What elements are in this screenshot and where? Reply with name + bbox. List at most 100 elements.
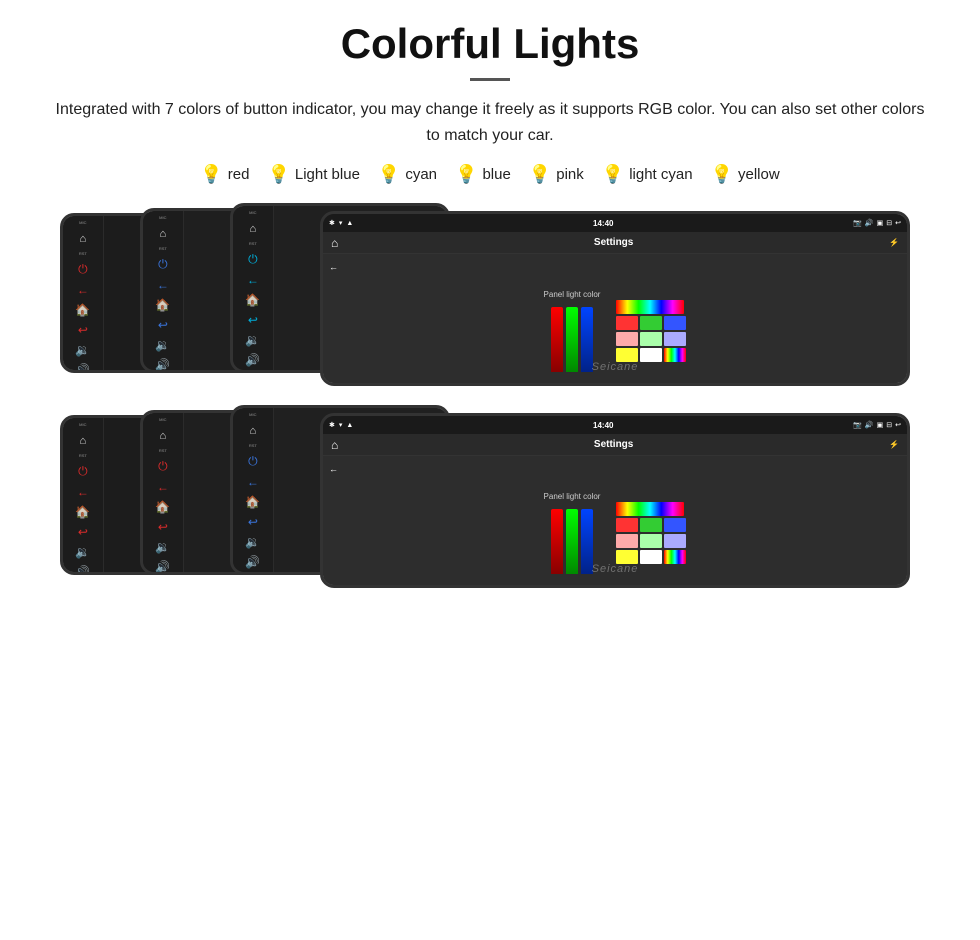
bot-house-icon-1[interactable]: 🏠 bbox=[75, 505, 90, 519]
bot-power-icon-3[interactable]: ⏻ bbox=[248, 454, 258, 469]
back-arrow-btn[interactable]: ← bbox=[329, 262, 338, 272]
bot-rst-label-2: RST bbox=[159, 448, 167, 453]
swatch-white[interactable] bbox=[640, 348, 662, 362]
bot-house-icon-3[interactable]: 🏠 bbox=[245, 495, 260, 509]
bot-swatch-yellow[interactable] bbox=[616, 550, 638, 564]
bot-home-nav-icon[interactable]: ⌂ bbox=[331, 438, 338, 452]
back-icon-1[interactable]: ← bbox=[77, 283, 89, 297]
bot-swatch-white[interactable] bbox=[640, 550, 662, 564]
voldown-icon-3[interactable]: 🔉 bbox=[245, 333, 260, 347]
bot-swatch-row-0 bbox=[616, 502, 686, 516]
bot-home-icon-3[interactable]: ⌂ bbox=[250, 425, 257, 437]
bot-back-row: ← bbox=[323, 456, 907, 480]
bot-back-icon-1[interactable]: ← bbox=[77, 485, 89, 499]
swatch-rainbow[interactable] bbox=[616, 300, 684, 314]
volup-icon-2[interactable]: 🔊 bbox=[155, 358, 170, 372]
color-label-yellow: yellow bbox=[738, 166, 780, 183]
swatch-green[interactable] bbox=[640, 316, 662, 330]
swatch-lightgreen[interactable] bbox=[640, 332, 662, 346]
power-icon-2[interactable]: ⏻ bbox=[158, 257, 168, 272]
bot-device-4-screen: ✱ ▾ ▲ 14:40 📷 🔊 ▣ ⊟ ↩ bbox=[323, 416, 907, 585]
bot-power-icon-1[interactable]: ⏻ bbox=[78, 464, 88, 479]
bot-back-icon-3[interactable]: ← bbox=[247, 475, 259, 489]
color-label-lightblue: Light blue bbox=[295, 166, 360, 183]
bot-swatch-blue[interactable] bbox=[664, 518, 686, 532]
return-icon-3[interactable]: ↩ bbox=[248, 313, 258, 327]
bot-home-icon-1[interactable]: ⌂ bbox=[80, 435, 87, 447]
rst-label-1: RST bbox=[79, 251, 87, 256]
bot-status-bar: ✱ ▾ ▲ 14:40 📷 🔊 ▣ ⊟ ↩ bbox=[323, 416, 907, 434]
home-icon-3[interactable]: ⌂ bbox=[250, 223, 257, 235]
bot-return-icon-3[interactable]: ↩ bbox=[248, 515, 258, 529]
bot-volup-icon-2[interactable]: 🔊 bbox=[155, 560, 170, 574]
home-icon-2[interactable]: ⌂ bbox=[160, 228, 167, 240]
bot-house-icon-2[interactable]: 🏠 bbox=[155, 500, 170, 514]
bot-voldown-icon-2[interactable]: 🔉 bbox=[155, 540, 170, 554]
bot-mic-label-3: MIC bbox=[249, 412, 256, 417]
bot-bar-green bbox=[566, 509, 578, 574]
bot-return-icon-2[interactable]: ↩ bbox=[158, 520, 168, 534]
bot-settings-nav-title: Settings bbox=[346, 439, 881, 450]
swatch-red[interactable] bbox=[616, 316, 638, 330]
bot-device-4: ✱ ▾ ▲ 14:40 📷 🔊 ▣ ⊟ ↩ bbox=[320, 413, 910, 588]
signal-icon: ▲ bbox=[346, 220, 353, 227]
bot-swatch-rainbow[interactable] bbox=[616, 502, 684, 516]
bot-swatch-row-1 bbox=[616, 518, 686, 532]
bot-home-icon-2[interactable]: ⌂ bbox=[160, 430, 167, 442]
bot-voldown-icon-3[interactable]: 🔉 bbox=[245, 535, 260, 549]
back-icon-3[interactable]: ← bbox=[247, 273, 259, 287]
house-icon-1[interactable]: 🏠 bbox=[75, 303, 90, 317]
voldown-icon-2[interactable]: 🔉 bbox=[155, 338, 170, 352]
power-icon-1[interactable]: ⏻ bbox=[78, 262, 88, 277]
bot-swatch-row-3 bbox=[616, 550, 686, 564]
title-divider bbox=[470, 78, 510, 81]
bot-swatch-green[interactable] bbox=[640, 518, 662, 532]
color-item-lightcyan: 💡 light cyan bbox=[602, 164, 693, 185]
house-icon-2[interactable]: 🏠 bbox=[155, 298, 170, 312]
swatch-rainbow-2[interactable] bbox=[664, 348, 686, 362]
home-icon-1[interactable]: ⌂ bbox=[80, 233, 87, 245]
swatch-blue[interactable] bbox=[664, 316, 686, 330]
bot-power-icon-2[interactable]: ⏻ bbox=[158, 459, 168, 474]
swatch-lightblue[interactable] bbox=[664, 332, 686, 346]
volup-icon-3[interactable]: 🔊 bbox=[245, 353, 260, 367]
back-icon-2[interactable]: ← bbox=[157, 278, 169, 292]
bot-volup-icon-1[interactable]: 🔊 bbox=[75, 565, 90, 575]
bulb-cyan: 💡 bbox=[378, 164, 400, 185]
top-device-4: ✱ ▾ ▲ 14:40 📷 🔊 ▣ ⊟ ↩ bbox=[320, 211, 910, 386]
house-icon-3[interactable]: 🏠 bbox=[245, 293, 260, 307]
volup-icon-1[interactable]: 🔊 bbox=[75, 363, 90, 373]
volume-icon: 🔊 bbox=[865, 219, 874, 227]
bot-color-swatches bbox=[616, 502, 686, 564]
swatch-pink[interactable] bbox=[616, 332, 638, 346]
bot-back-arrow-btn[interactable]: ← bbox=[329, 464, 338, 474]
bot-volup-icon-3[interactable]: 🔊 bbox=[245, 555, 260, 569]
bot-swatch-lightblue[interactable] bbox=[664, 534, 686, 548]
bot-swatch-lightgreen[interactable] bbox=[640, 534, 662, 548]
return-icon-1[interactable]: ↩ bbox=[78, 323, 88, 337]
bot-rst-label-3: RST bbox=[249, 443, 257, 448]
color-item-blue: 💡 blue bbox=[455, 164, 511, 185]
bot-swatch-pink[interactable] bbox=[616, 534, 638, 548]
home-nav-icon[interactable]: ⌂ bbox=[331, 236, 338, 250]
bot-back-icon-2[interactable]: ← bbox=[157, 480, 169, 494]
bottom-device-stack: MIC ⌂ RST ⏻ ← 🏠 ↩ 🔉 🔊 bbox=[60, 405, 920, 595]
bot-status-right: 📷 🔊 ▣ ⊟ ↩ bbox=[853, 421, 901, 429]
page-title: Colorful Lights bbox=[30, 20, 950, 68]
power-icon-3[interactable]: ⏻ bbox=[248, 252, 258, 267]
bot-bluetooth-icon: ✱ bbox=[329, 421, 335, 429]
device-4-screen: ✱ ▾ ▲ 14:40 📷 🔊 ▣ ⊟ ↩ bbox=[323, 214, 907, 383]
bot-status-left: ✱ ▾ ▲ bbox=[329, 421, 353, 429]
bot-return-icon-1[interactable]: ↩ bbox=[78, 525, 88, 539]
camera-icon: 📷 bbox=[853, 219, 862, 227]
bot-swatch-rainbow-2[interactable] bbox=[664, 550, 686, 564]
voldown-icon-1[interactable]: 🔉 bbox=[75, 343, 90, 357]
bluetooth-icon: ✱ bbox=[329, 219, 335, 227]
color-bars bbox=[551, 307, 593, 372]
bot-voldown-icon-1[interactable]: 🔉 bbox=[75, 545, 90, 559]
swatch-yellow[interactable] bbox=[616, 348, 638, 362]
bot-device-2-sidebar: MIC ⌂ RST ⏻ ← 🏠 ↩ 🔉 🔊 bbox=[143, 413, 184, 572]
return-icon-2[interactable]: ↩ bbox=[158, 318, 168, 332]
bot-swatch-red[interactable] bbox=[616, 518, 638, 532]
rst-label-2: RST bbox=[159, 246, 167, 251]
